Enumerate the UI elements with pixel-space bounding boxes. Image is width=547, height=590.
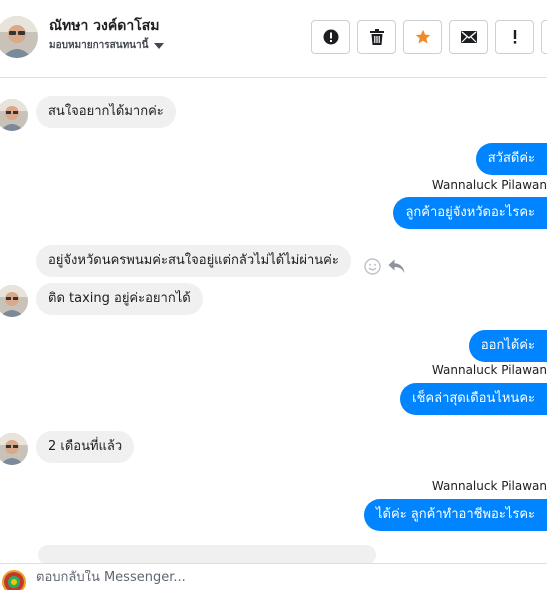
envelope-icon bbox=[460, 31, 477, 43]
conversation-toolbar bbox=[311, 20, 547, 54]
assign-conversation-label: มอบหมายการสนทนานี้ bbox=[49, 40, 149, 51]
page-avatar bbox=[2, 570, 26, 590]
outgoing-message[interactable]: ออกได้ค่ะ bbox=[468, 330, 547, 362]
incoming-message[interactable]: สนใจอยากได้มากค่ะ bbox=[36, 96, 176, 128]
caret-down-icon bbox=[154, 42, 165, 49]
outgoing-message[interactable]: สวัสดีค่ะ bbox=[475, 143, 547, 175]
reply-button[interactable] bbox=[387, 257, 405, 275]
report-button[interactable] bbox=[311, 20, 350, 54]
outgoing-message[interactable]: ได้ค่ะ ลูกค้าทำอาชีพอะไรคะ bbox=[364, 499, 547, 531]
reply-arrow-icon bbox=[388, 259, 404, 273]
incoming-message[interactable]: อยู่จังหวัดนครพนมค่ะสนใจอยู่แต่กลัวไม่ได… bbox=[36, 245, 351, 277]
contact-name[interactable]: ณัทษา วงค์ดาโสม bbox=[49, 15, 160, 37]
contact-avatar-small[interactable] bbox=[0, 99, 28, 131]
message-actions bbox=[363, 257, 405, 275]
delete-button[interactable] bbox=[357, 20, 396, 54]
reply-input[interactable] bbox=[36, 570, 516, 585]
sender-name: Wannaluck Pilawan bbox=[431, 363, 547, 377]
sender-name: Wannaluck Pilawan bbox=[431, 479, 547, 493]
conversation-header: ณัทษา วงค์ดาโสม มอบหมายการสนทนานี้ bbox=[0, 0, 547, 78]
outgoing-message[interactable]: ลูกค้าอยู่จังหวัดอะไรคะ bbox=[393, 197, 547, 229]
sender-name: Wannaluck Pilawan bbox=[431, 178, 547, 192]
page-logo-icon bbox=[4, 572, 24, 590]
star-icon bbox=[415, 29, 430, 44]
contact-avatar-small[interactable] bbox=[0, 285, 28, 317]
exclamation-icon bbox=[513, 30, 516, 44]
alert-circle-icon bbox=[323, 29, 338, 45]
more-button[interactable] bbox=[541, 20, 547, 54]
assign-conversation-dropdown[interactable]: มอบหมายการสนทนานี้ bbox=[49, 38, 165, 53]
star-button[interactable] bbox=[403, 20, 442, 54]
contact-avatar-small[interactable] bbox=[0, 433, 28, 465]
reply-bar bbox=[0, 563, 547, 590]
react-button[interactable] bbox=[363, 257, 381, 275]
trash-icon bbox=[369, 29, 384, 45]
incoming-message[interactable]: 2 เดือนที่แล้ว bbox=[36, 431, 135, 463]
mark-unread-button[interactable] bbox=[449, 20, 488, 54]
smiley-icon bbox=[363, 257, 381, 275]
outgoing-message[interactable]: เช็คล่าสุดเดือนไหนคะ bbox=[400, 383, 547, 415]
mark-important-button[interactable] bbox=[495, 20, 534, 54]
incoming-message[interactable]: ติด taxing อยู่ค่ะอยากได้ bbox=[36, 283, 203, 315]
incoming-message-partial bbox=[38, 545, 376, 565]
contact-avatar[interactable] bbox=[0, 16, 38, 58]
